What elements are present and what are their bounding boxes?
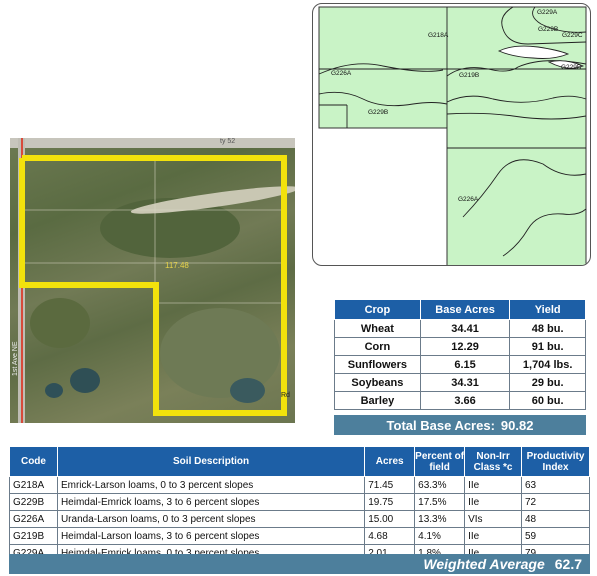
table-row: Sunflowers 6.15 1,704 lbs. (334, 355, 586, 374)
col-soil-description: Soil Description (56, 446, 366, 477)
road-right-label: Rd (281, 392, 290, 399)
soil-label: G226A (458, 196, 479, 203)
field-boundary (19, 155, 287, 416)
soil-code: G229B (9, 493, 58, 511)
crop-name: Soybeans (334, 373, 421, 392)
col-acres: Acres (364, 446, 416, 477)
soil-acres: 71.45 (364, 476, 416, 494)
soil-description: Heimdal-Larson loams, 3 to 6 percent slo… (56, 527, 366, 545)
yield: 60 bu. (509, 391, 586, 410)
col-class: Non-Irr Class *c (464, 446, 522, 477)
table-row: Wheat 34.41 48 bu. (334, 319, 586, 338)
soil-table-header: Code Soil Description Acres Percent of f… (9, 446, 590, 477)
soil-acres: 4.68 (364, 527, 416, 545)
soil-label: G229A (537, 9, 558, 16)
col-percent: Percent of field (414, 446, 466, 477)
weighted-average-value: 62.7 (554, 556, 582, 572)
col-yield: Yield (509, 299, 586, 320)
soil-description: Heimdal-Emrick loams, 3 to 6 percent slo… (56, 493, 366, 511)
soil-index: 48 (521, 510, 590, 528)
soil-table: Code Soil Description Acres Percent of f… (9, 446, 590, 562)
weighted-average-label: Weighted Average (423, 556, 545, 572)
crop-name: Wheat (334, 319, 421, 338)
total-base-acres-value: 90.82 (500, 417, 534, 433)
base-acres: 6.15 (419, 355, 511, 374)
soil-code: G219B (9, 527, 58, 545)
soil-map: G229A G218A G229B G229C G226A G219B G229… (312, 3, 591, 266)
acreage-label: 117.48 (165, 261, 189, 270)
soil-label: G229C (562, 32, 583, 39)
crop-table: Crop Base Acres Yield Wheat 34.41 48 bu.… (334, 299, 586, 410)
soil-description: Uranda-Larson loams, 0 to 3 percent slop… (56, 510, 366, 528)
soil-percent: 63.3% (414, 476, 466, 494)
soil-description: Emrick-Larson loams, 0 to 3 percent slop… (56, 476, 366, 494)
base-acres: 34.41 (419, 319, 511, 338)
total-base-acres-label: Total Base Acres: (386, 417, 495, 433)
yield: 91 bu. (509, 337, 586, 356)
soil-code: G226A (9, 510, 58, 528)
soil-label: G229B (538, 26, 559, 33)
base-acres: 12.29 (419, 337, 511, 356)
col-code: Code (9, 446, 58, 477)
soil-index: 59 (521, 527, 590, 545)
crop-table-header: Crop Base Acres Yield (334, 299, 586, 320)
yield: 48 bu. (509, 319, 586, 338)
soil-label: G219B (459, 72, 480, 79)
col-crop: Crop (334, 299, 421, 320)
soil-acres: 15.00 (364, 510, 416, 528)
soil-code: G218A (9, 476, 58, 494)
soil-label: G229B (561, 64, 582, 71)
soil-label: G229B (368, 109, 389, 116)
yield: 1,704 lbs. (509, 355, 586, 374)
crop-name: Corn (334, 337, 421, 356)
col-base-acres: Base Acres (419, 299, 511, 320)
yield: 29 bu. (509, 373, 586, 392)
table-row: Soybeans 34.31 29 bu. (334, 373, 586, 392)
soil-percent: 13.3% (414, 510, 466, 528)
crop-name: Barley (334, 391, 421, 410)
soil-class: IIe (464, 527, 522, 545)
table-row: Barley 3.66 60 bu. (334, 391, 586, 410)
soil-percent: 4.1% (414, 527, 466, 545)
table-row: G218A Emrick-Larson loams, 0 to 3 percen… (9, 476, 590, 494)
soil-index: 72 (521, 493, 590, 511)
table-row: Corn 12.29 91 bu. (334, 337, 586, 356)
soil-class: IIe (464, 493, 522, 511)
soil-class: VIs (464, 510, 522, 528)
base-acres: 34.31 (419, 373, 511, 392)
soil-acres: 19.75 (364, 493, 416, 511)
total-base-acres-bar: Total Base Acres: 90.82 (334, 415, 586, 435)
table-row: G229B Heimdal-Emrick loams, 3 to 6 perce… (9, 493, 590, 511)
crop-name: Sunflowers (334, 355, 421, 374)
soil-percent: 17.5% (414, 493, 466, 511)
weighted-average-bar: Weighted Average 62.7 (9, 554, 590, 574)
base-acres: 3.66 (419, 391, 511, 410)
soil-index: 63 (521, 476, 590, 494)
soil-label: G218A (428, 32, 449, 39)
table-row: G226A Uranda-Larson loams, 0 to 3 percen… (9, 510, 590, 528)
soil-label: G226A (331, 70, 352, 77)
aerial-photo: ty 52 1st Ave NE 117.48 Rd (10, 138, 295, 423)
col-productivity: Productivity Index (521, 446, 590, 477)
table-row: G219B Heimdal-Larson loams, 3 to 6 perce… (9, 527, 590, 545)
soil-class: IIe (464, 476, 522, 494)
